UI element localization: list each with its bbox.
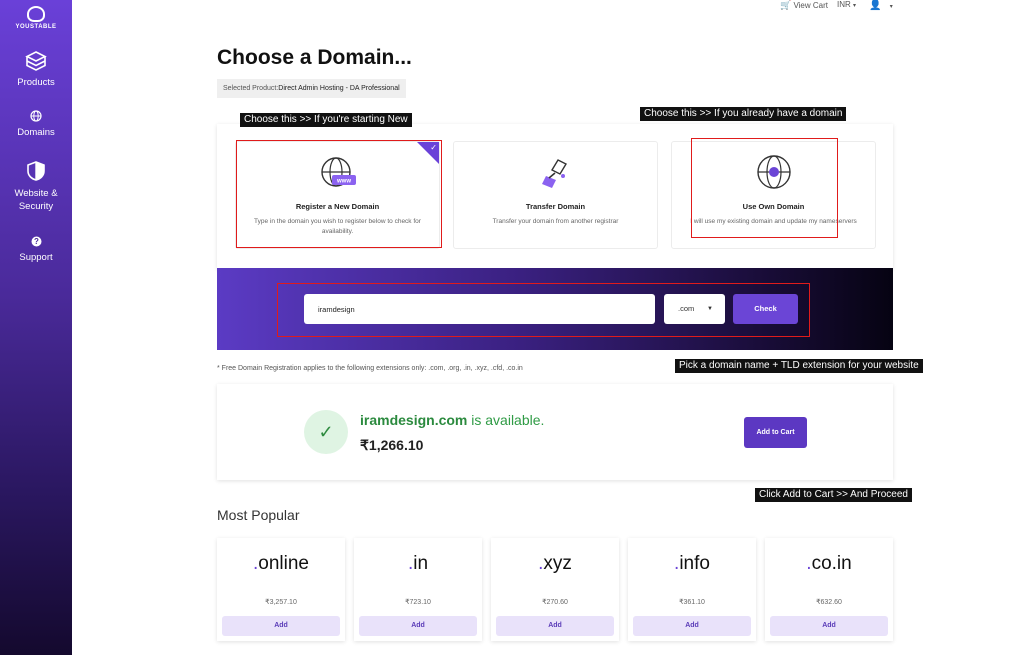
- tld-price: ₹3,257.10: [265, 599, 297, 606]
- sidebar: YOUSTABLE Products Domains Website & Sec…: [0, 0, 72, 655]
- selected-product: Selected Product:Direct Admin Hosting - …: [217, 79, 406, 98]
- shield-icon: [27, 161, 45, 181]
- tld-card-online: .online ₹3,257.10 Add: [217, 538, 345, 641]
- free-registration-note: * Free Domain Registration applies to th…: [217, 365, 523, 372]
- most-popular-heading: Most Popular: [217, 507, 300, 523]
- annotation-own-domain: Choose this >> If you already have a dom…: [640, 107, 847, 121]
- option-description: Transfer your domain from another regist…: [492, 218, 619, 225]
- tld-add-button[interactable]: Add: [770, 616, 888, 636]
- annotation-pick-domain: Pick a domain name + TLD extension for y…: [675, 359, 923, 373]
- domain-price: ₹1,266.10: [360, 437, 424, 453]
- logo-icon: [27, 6, 45, 22]
- option-transfer-domain[interactable]: Transfer Domain Transfer your domain fro…: [453, 141, 658, 249]
- add-to-cart-button[interactable]: Add to Cart: [744, 417, 807, 448]
- availability-status: is available.: [471, 412, 545, 428]
- annotation-box-own-domain: [691, 138, 838, 238]
- available-domain: iramdesign.com: [360, 412, 468, 428]
- option-title: Transfer Domain: [525, 202, 586, 211]
- annotation-box-new-domain: [236, 140, 442, 248]
- tld-price: ₹270.60: [542, 599, 568, 606]
- user-menu[interactable]: 👤 ▾: [869, 0, 893, 11]
- tld-add-button[interactable]: Add: [633, 616, 751, 636]
- view-cart-link[interactable]: 🛒 View Cart: [780, 0, 828, 11]
- selected-product-label: Selected Product:: [223, 85, 279, 92]
- globe-icon: [30, 110, 42, 122]
- sidebar-item-products[interactable]: Products: [0, 50, 72, 88]
- selected-product-value: Direct Admin Hosting - DA Professional: [278, 85, 400, 92]
- transfer-icon: [541, 159, 567, 188]
- chevron-down-icon: ▾: [889, 4, 893, 10]
- cart-icon: 🛒: [780, 0, 792, 10]
- tld-card-xyz: .xyz ₹270.60 Add: [491, 538, 619, 641]
- tld-name: .info: [674, 553, 710, 574]
- tld-add-button[interactable]: Add: [222, 616, 340, 636]
- chevron-down-icon: ▾: [853, 3, 857, 9]
- tld-price: ₹632.60: [816, 599, 842, 606]
- tld-card-co-in: .co.in ₹632.60 Add: [765, 538, 893, 641]
- annotation-new-domain: Choose this >> If you're starting New: [240, 113, 412, 127]
- tld-name: .online: [253, 553, 309, 574]
- tld-price: ₹723.10: [405, 599, 431, 606]
- availability-result-card: ✓ iramdesign.com is available. ₹1,266.10…: [217, 384, 893, 480]
- tld-add-button[interactable]: Add: [496, 616, 614, 636]
- tld-name: .co.in: [806, 553, 852, 574]
- help-icon: ?: [31, 236, 41, 247]
- annotation-box-search: [277, 283, 810, 337]
- sidebar-item-label: Website & Security: [14, 188, 58, 212]
- tld-card-info: .info ₹361.10 Add: [628, 538, 756, 641]
- sidebar-item-label: Support: [19, 252, 53, 263]
- tld-card-in: .in ₹723.10 Add: [354, 538, 482, 641]
- view-cart-label: View Cart: [793, 1, 828, 10]
- tld-price: ₹361.10: [679, 599, 705, 606]
- sidebar-item-website-security[interactable]: Website & Security: [0, 160, 72, 213]
- sidebar-item-label: Products: [17, 77, 55, 88]
- sidebar-item-label: Domains: [17, 127, 55, 138]
- check-circle-icon: ✓: [304, 410, 348, 454]
- user-icon: 👤: [869, 0, 882, 11]
- currency-selector[interactable]: INR ▾: [837, 0, 856, 9]
- currency-label: INR: [837, 0, 851, 9]
- svg-text:?: ?: [34, 237, 39, 246]
- tld-name: .in: [407, 553, 429, 574]
- annotation-add-cart: Click Add to Cart >> And Proceed: [755, 488, 912, 502]
- sidebar-item-domains[interactable]: Domains: [0, 110, 72, 138]
- availability-message: iramdesign.com is available.: [360, 412, 544, 428]
- box-icon: [25, 51, 47, 71]
- logo-text: YOUSTABLE: [15, 24, 57, 30]
- top-bar: 🛒 View Cart INR ▾ 👤 ▾: [72, 0, 1024, 14]
- brand-logo[interactable]: YOUSTABLE: [0, 6, 72, 30]
- tld-name: .xyz: [538, 553, 572, 574]
- sidebar-item-support[interactable]: ? Support: [0, 236, 72, 263]
- tld-add-button[interactable]: Add: [359, 616, 477, 636]
- page-title: Choose a Domain...: [217, 46, 412, 69]
